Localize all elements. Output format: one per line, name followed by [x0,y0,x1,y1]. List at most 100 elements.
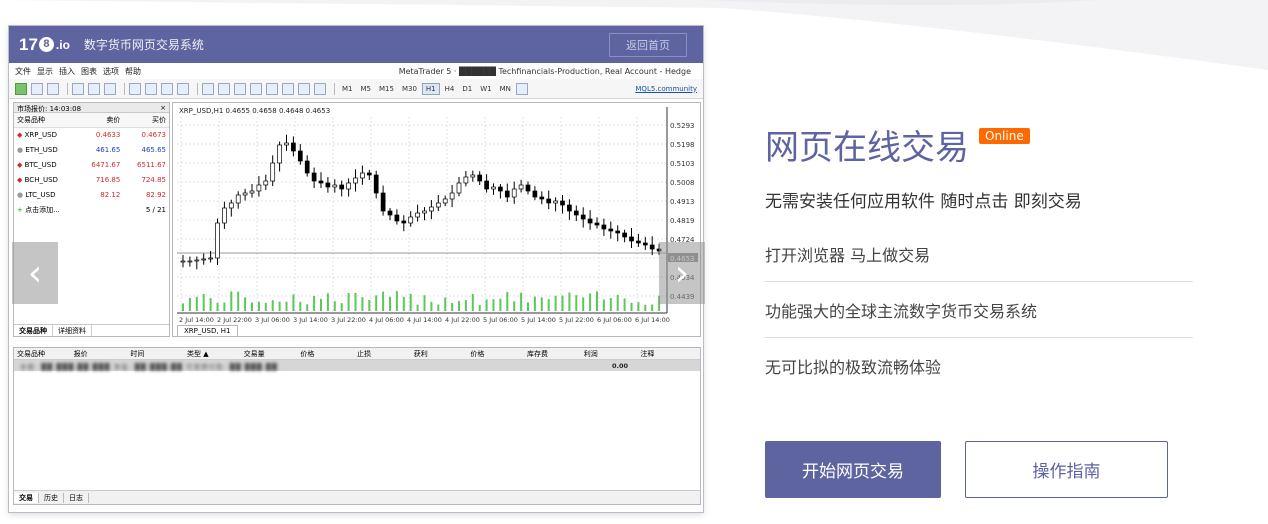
menu-insert[interactable]: 插入 [59,66,75,77]
candle-body [525,184,531,192]
column-header[interactable]: 利润 [584,349,641,359]
home-button[interactable]: 返回首页 [609,32,687,57]
candle-body [235,194,241,204]
volume-bar [354,292,357,311]
tab-journal[interactable]: 日志 [64,492,89,503]
menu-help[interactable]: 帮助 [125,66,141,77]
column-header[interactable]: 价格 [470,349,527,359]
candle-body [491,186,496,190]
ask-cell: 724.85 [141,176,167,184]
volume-bar [195,296,198,311]
table-row[interactable]: ◆ XRP_USD 0.4633 0.4673 [14,128,169,143]
timeframe-h1[interactable]: H1 [421,82,440,95]
column-header[interactable]: 报价 [74,349,131,359]
autoscroll-icon[interactable] [161,82,173,95]
symbol-cell: ◆ BTC_USD [14,158,78,173]
tab-symbols[interactable]: 交易品种 [14,325,53,336]
column-header[interactable]: 交易量 [244,349,301,359]
line-chart-icon[interactable] [104,82,116,95]
column-header[interactable]: 买价 [123,113,169,128]
menu-charts[interactable]: 图表 [81,66,97,77]
cursor-icon[interactable] [202,82,214,95]
timeframe-mn[interactable]: MN [497,84,514,94]
timeframe-h4[interactable]: H4 [442,84,458,94]
volume-bar [340,303,343,311]
timeframe-m30[interactable]: M30 [399,84,420,94]
carousel-prev-button[interactable]: ‹ [12,242,58,304]
chart-tab[interactable]: XRP_USD, H1 [177,325,238,336]
close-icon[interactable]: × [160,104,166,112]
column-header[interactable]: 止损 [357,349,414,359]
column-header[interactable]: 价格 [300,349,357,359]
carousel-next-button[interactable]: › [659,242,705,304]
candlestick-icon[interactable] [88,82,100,95]
profiles-icon[interactable] [47,82,59,95]
timeframe-m15[interactable]: M15 [376,84,397,94]
add-symbol-cell[interactable]: + 点击添加... [14,203,78,218]
column-header[interactable]: 交易品种 [14,113,78,128]
crosshair-icon[interactable] [218,82,230,95]
horizontal-line-icon[interactable] [250,82,262,95]
vertical-line-icon[interactable] [234,82,246,95]
add-symbol-row[interactable]: + 点击添加... 5 / 21 [14,203,169,218]
timeframe-m5[interactable]: M5 [358,84,375,94]
new-chart-icon[interactable] [31,82,43,95]
tab-details[interactable]: 详细资料 [53,325,92,336]
community-link[interactable]: MQL5.community [635,85,697,93]
volume-bar [575,295,578,311]
column-header[interactable]: 交易品种 [17,349,74,359]
candle-body [256,184,262,192]
fullscreen-icon[interactable] [515,82,528,95]
fibonacci-icon[interactable] [298,82,310,95]
volume-bar [444,297,447,311]
candle-body [442,198,448,204]
volume-bar [492,299,495,311]
shapes-icon[interactable] [314,82,326,95]
menu-options[interactable]: 选项 [103,66,119,77]
column-header[interactable]: 获利 [414,349,471,359]
candle-body [587,218,593,224]
zoom-in-icon[interactable] [129,82,141,95]
tab-history[interactable]: 历史 [39,492,64,503]
table-row[interactable]: ● ETH_USD 461.65 465.65 [14,143,169,158]
volume-bar [437,304,440,311]
volume-bar [237,291,240,311]
timeframe-d1[interactable]: D1 [459,84,475,94]
balance-row[interactable]: 余额: ██ ███.██ ███ 净值: ██ ███.██ 可用预付款: █… [14,360,700,371]
chart-shift-icon[interactable] [177,82,189,95]
column-header[interactable]: 卖价 [77,113,124,128]
bar-chart-icon[interactable] [72,82,84,95]
new-order-icon[interactable] [15,82,27,95]
toolbar-divider [67,82,68,95]
column-header[interactable]: 注释 [640,349,697,359]
menu-view[interactable]: 显示 [37,66,53,77]
zoom-out-icon[interactable] [145,82,157,95]
volume-bar [409,293,412,311]
candle-body [642,242,648,246]
text-icon[interactable] [282,82,294,95]
guide-button[interactable]: 操作指南 [965,441,1168,498]
candle-body [615,230,621,234]
column-header[interactable]: 类型 ▲ [187,349,244,359]
ask-cell: 465.65 [141,146,167,154]
volume-bar [313,295,316,311]
table-row[interactable]: ● LTC_USD 82.12 82.92 [14,188,169,203]
table-row[interactable]: ◆ BCH_USD 716.85 724.85 [14,173,169,188]
candle-body [277,144,282,164]
time-axis-label: 4 Jul 14:00 [407,316,442,324]
symbol-name: LTC_USD [25,191,56,199]
column-header[interactable]: 时间 [130,349,187,359]
volume-bar [292,294,295,311]
menu-file[interactable]: 文件 [15,66,31,77]
tab-trade[interactable]: 交易 [14,492,39,503]
price-chart[interactable]: 0.5293 0.5198 0.5103 0.5008 0.4913 0.4819 0.47… [172,102,701,337]
candle-body [366,172,372,176]
time-axis-label: 3 Jul 14:00 [293,316,328,324]
table-row[interactable]: ◆ BTC_USD 6471.67 6511.67 [14,158,169,173]
trendline-icon[interactable] [266,82,278,95]
ask-cell: 6511.67 [137,161,166,169]
column-header[interactable]: 库存费 [527,349,584,359]
timeframe-m1[interactable]: M1 [339,84,356,94]
start-trading-button[interactable]: 开始网页交易 [765,441,941,498]
timeframe-w1[interactable]: W1 [477,84,494,94]
